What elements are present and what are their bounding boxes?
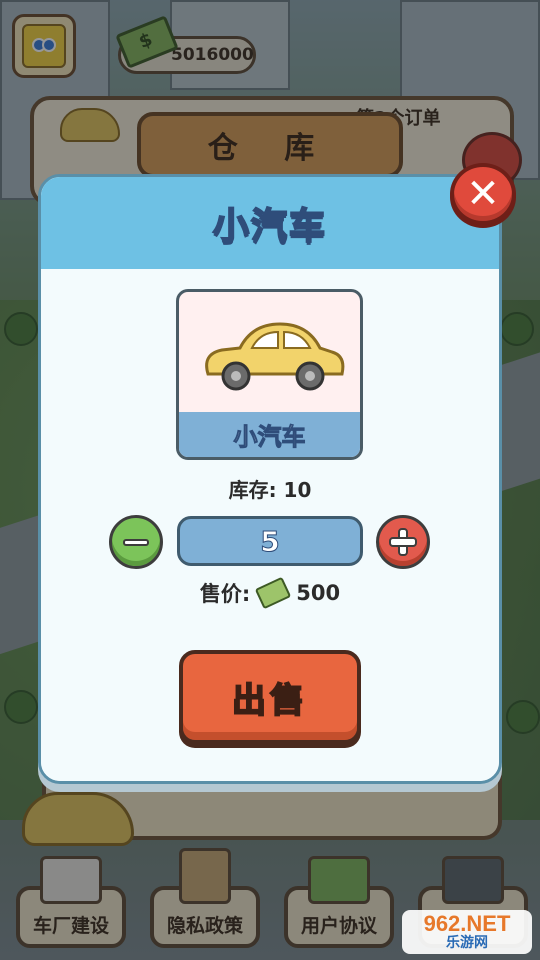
price-value: 500 bbox=[296, 581, 341, 605]
item-name: 小汽车 bbox=[179, 412, 360, 457]
stock-text: 库存: 10 bbox=[228, 478, 312, 502]
sell-button[interactable]: 出售 bbox=[179, 650, 361, 744]
dialog-header: 小汽车 bbox=[41, 177, 499, 269]
increase-quantity-button[interactable] bbox=[376, 515, 430, 569]
close-button[interactable]: ✕ bbox=[450, 163, 516, 225]
yellow-car-icon bbox=[204, 321, 344, 390]
cash-icon bbox=[255, 576, 292, 610]
item-card: 小汽车 bbox=[176, 289, 363, 460]
decrease-quantity-button[interactable] bbox=[109, 515, 163, 569]
item-image bbox=[179, 292, 360, 415]
quantity-field[interactable]: 5 bbox=[177, 516, 363, 566]
watermark-sub: 乐游网 bbox=[446, 935, 488, 951]
watermark-logo: 962.NET bbox=[423, 911, 511, 936]
close-x-icon: ✕ bbox=[466, 171, 500, 217]
dialog-title: 小汽车 bbox=[212, 205, 327, 248]
stock-label: 库存: 10 bbox=[0, 474, 540, 503]
price-label: 售价: bbox=[199, 582, 251, 606]
watermark: 962.NET 乐游网 bbox=[402, 910, 532, 954]
plus-icon bbox=[389, 528, 417, 556]
price-row: 售价: 500 bbox=[0, 576, 540, 610]
minus-icon bbox=[123, 538, 149, 546]
quantity-stepper: 5 bbox=[0, 515, 540, 569]
